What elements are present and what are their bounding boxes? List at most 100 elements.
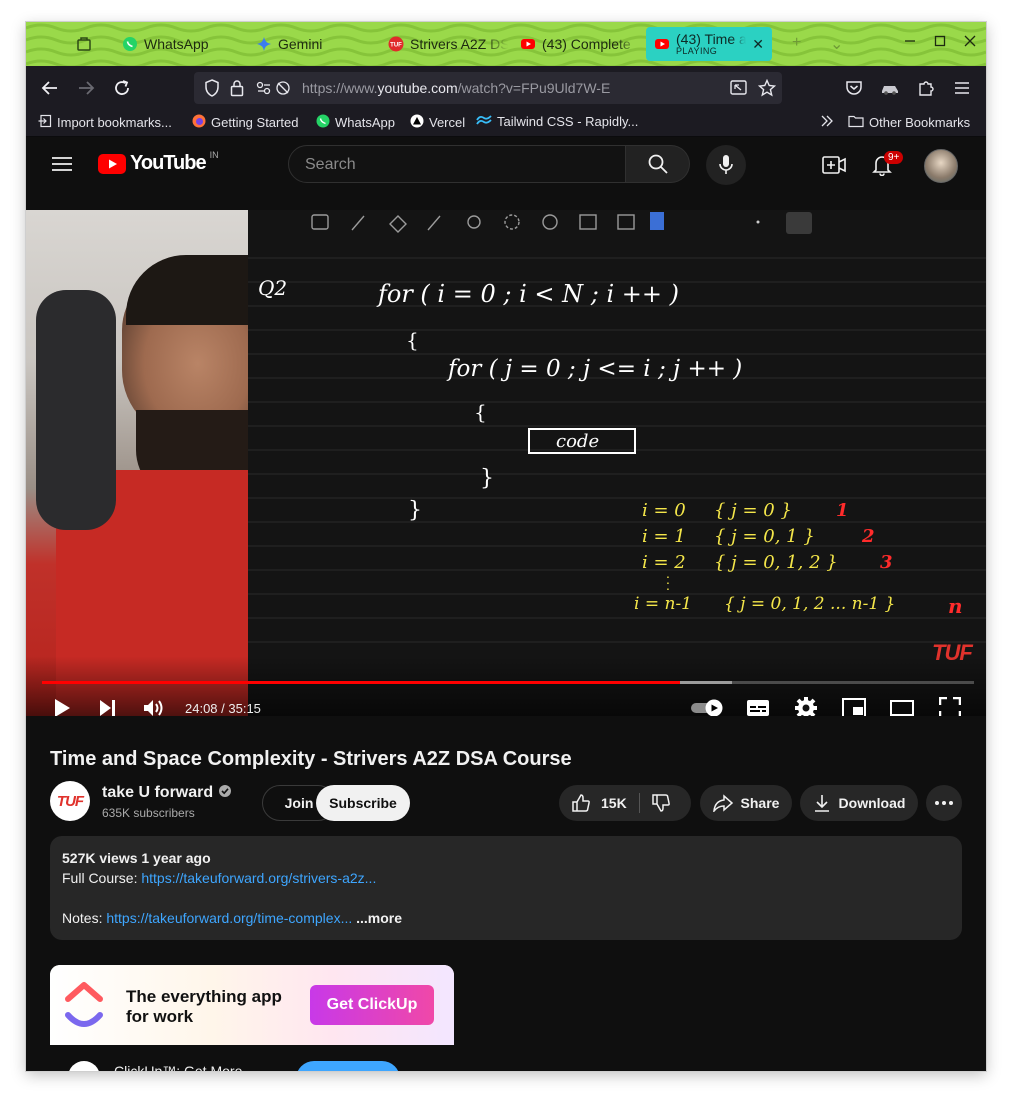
tab-complete[interactable]: (43) Complete — [520, 28, 640, 60]
volume-icon[interactable] — [140, 694, 168, 716]
tab-whatsapp[interactable]: WhatsApp — [122, 28, 242, 60]
share-arrow-icon — [712, 794, 733, 812]
search-button[interactable] — [626, 145, 690, 183]
bookmark-whatsapp[interactable]: WhatsApp — [316, 114, 395, 131]
bookmark-label: WhatsApp — [335, 115, 395, 130]
pocket-icon[interactable] — [842, 76, 866, 100]
ad-footer-button[interactable] — [296, 1061, 400, 1071]
bookmarks-overflow-icon[interactable] — [820, 114, 834, 128]
whiteboard: Q2 for ( i = 0 ; i < N ; i ++ ) { for ( … — [248, 210, 986, 716]
trace-j: { j = 0, 1 } — [714, 526, 815, 547]
lock-icon[interactable] — [230, 79, 244, 102]
tab-active-time[interactable]: (43) Time an PLAYING ✕ — [646, 27, 772, 61]
back-arrow-icon[interactable] — [38, 76, 62, 100]
trace-j: { j = 0, 1, 2 ... n-1 } — [724, 594, 896, 614]
time-display: 24:08 / 35:15 — [185, 701, 261, 716]
trace-row: i = 0 { j = 0 } 1 — [642, 500, 982, 524]
dislike-button[interactable] — [651, 793, 671, 816]
voice-search-button[interactable] — [706, 145, 746, 185]
close-tab-icon[interactable]: ✕ — [752, 36, 764, 53]
clickup-ad[interactable]: The everything app for work Get ClickUp … — [50, 965, 454, 1071]
youtube-icon — [654, 36, 670, 52]
settings-gear-icon[interactable] — [792, 694, 820, 716]
ad-footer-text: ClickUp™: Get More — [114, 1063, 243, 1071]
join-label: Join — [284, 795, 314, 811]
bookmark-import[interactable]: Import bookmarks... — [38, 114, 172, 131]
show-more-link[interactable]: ...more — [352, 910, 402, 926]
presenter-video — [26, 210, 248, 716]
video-player[interactable]: Q2 for ( i = 0 ; i < N ; i ++ ) { for ( … — [26, 210, 986, 716]
tuf-logo-icon: TUF — [56, 792, 84, 810]
address-bar[interactable]: https://www.youtube.com/watch?v=FPu9Uld7… — [194, 72, 782, 104]
vercel-icon — [410, 114, 424, 131]
description-box[interactable]: 527K views 1 year ago Full Course: https… — [50, 836, 962, 940]
subtitles-icon[interactable] — [744, 694, 772, 716]
region-code: IN — [209, 149, 219, 160]
ad-footer: ClickUp™: Get More — [50, 1045, 454, 1071]
list-tabs-icon[interactable]: ⌄ — [830, 34, 843, 54]
new-tab-icon[interactable]: + — [792, 34, 801, 52]
autoplay-toggle[interactable] — [690, 694, 726, 716]
trace-j: { j = 0 } — [714, 500, 792, 521]
play-icon[interactable] — [48, 694, 76, 716]
reload-icon[interactable] — [110, 76, 134, 100]
trace-ellipsis: ... — [666, 565, 670, 593]
permissions-icon[interactable] — [256, 80, 292, 101]
bookmark-tailwind[interactable]: Tailwind CSS - Rapidly... — [476, 114, 638, 129]
extension-car-icon[interactable] — [878, 76, 902, 100]
account-avatar[interactable] — [924, 149, 958, 183]
inner-open-brace: { — [474, 400, 487, 424]
video-title: Time and Space Complexity - Strivers A2Z… — [50, 748, 572, 770]
channel-name[interactable]: take U forward — [102, 784, 232, 802]
theater-mode-icon[interactable] — [888, 694, 916, 716]
trace-j: { j = 0, 1, 2 } — [714, 552, 838, 573]
search-input[interactable]: Search — [288, 145, 626, 183]
url-path: /watch?v=FPu9Uld7W-E — [457, 80, 611, 96]
url-text[interactable]: https://www.youtube.com/watch?v=FPu9Uld7… — [302, 80, 610, 96]
inner-loop-code: for ( j = 0 ; j <= i ; j ++ ) — [448, 356, 743, 382]
bookmark-getting-started[interactable]: Getting Started — [192, 114, 298, 131]
next-video-icon[interactable] — [94, 694, 122, 716]
tab-strivers[interactable]: TUF Strivers A2Z DS — [388, 28, 508, 60]
close-window-icon[interactable] — [964, 34, 976, 52]
whatsapp-icon — [122, 36, 138, 52]
tab-container-icon[interactable] — [76, 28, 92, 60]
like-divider — [639, 793, 640, 813]
cta-label: Get ClickUp — [326, 996, 418, 1013]
ad-footer-logo-icon — [68, 1061, 100, 1071]
bookmark-star-icon[interactable] — [757, 78, 777, 102]
outer-close-brace: } — [408, 498, 422, 523]
ad-headline-2: for work — [126, 1007, 194, 1026]
channel-avatar[interactable]: TUF — [50, 781, 90, 821]
subscribe-button[interactable]: Subscribe — [316, 785, 410, 821]
course-link[interactable]: https://takeuforward.org/strivers-a2z... — [141, 870, 376, 886]
hamburger-menu-icon[interactable] — [950, 76, 974, 100]
ad-banner: The everything app for work Get ClickUp — [50, 965, 454, 1045]
trace-count: 1 — [836, 500, 849, 521]
youtube-logo[interactable]: YouTube IN — [98, 149, 219, 175]
picture-in-picture-icon[interactable] — [730, 80, 748, 101]
more-actions-button[interactable] — [926, 785, 962, 821]
tailwind-icon — [476, 114, 492, 129]
subscriber-count: 635K subscribers — [102, 806, 195, 820]
bookmark-other[interactable]: Other Bookmarks — [848, 114, 970, 131]
get-clickup-button[interactable]: Get ClickUp — [310, 985, 434, 1025]
forward-arrow-icon[interactable] — [74, 76, 98, 100]
like-button[interactable]: 15K — [571, 793, 627, 813]
download-button[interactable]: Download — [800, 785, 918, 821]
tab-gemini[interactable]: Gemini — [256, 28, 376, 60]
create-video-icon[interactable] — [822, 155, 846, 180]
guide-menu-icon[interactable] — [52, 156, 72, 177]
shield-icon[interactable] — [204, 79, 220, 102]
microphone-icon — [719, 155, 733, 174]
extensions-puzzle-icon[interactable] — [914, 76, 938, 100]
miniplayer-icon[interactable] — [840, 694, 868, 716]
maximize-icon[interactable] — [934, 34, 946, 52]
progress-bar[interactable] — [42, 681, 974, 684]
share-button[interactable]: Share — [700, 785, 792, 821]
bookmark-vercel[interactable]: Vercel — [410, 114, 465, 131]
fullscreen-icon[interactable] — [936, 694, 964, 716]
minimize-icon[interactable] — [904, 34, 916, 52]
youtube-icon — [520, 36, 536, 52]
notes-link[interactable]: https://takeuforward.org/time-complex... — [106, 910, 352, 926]
